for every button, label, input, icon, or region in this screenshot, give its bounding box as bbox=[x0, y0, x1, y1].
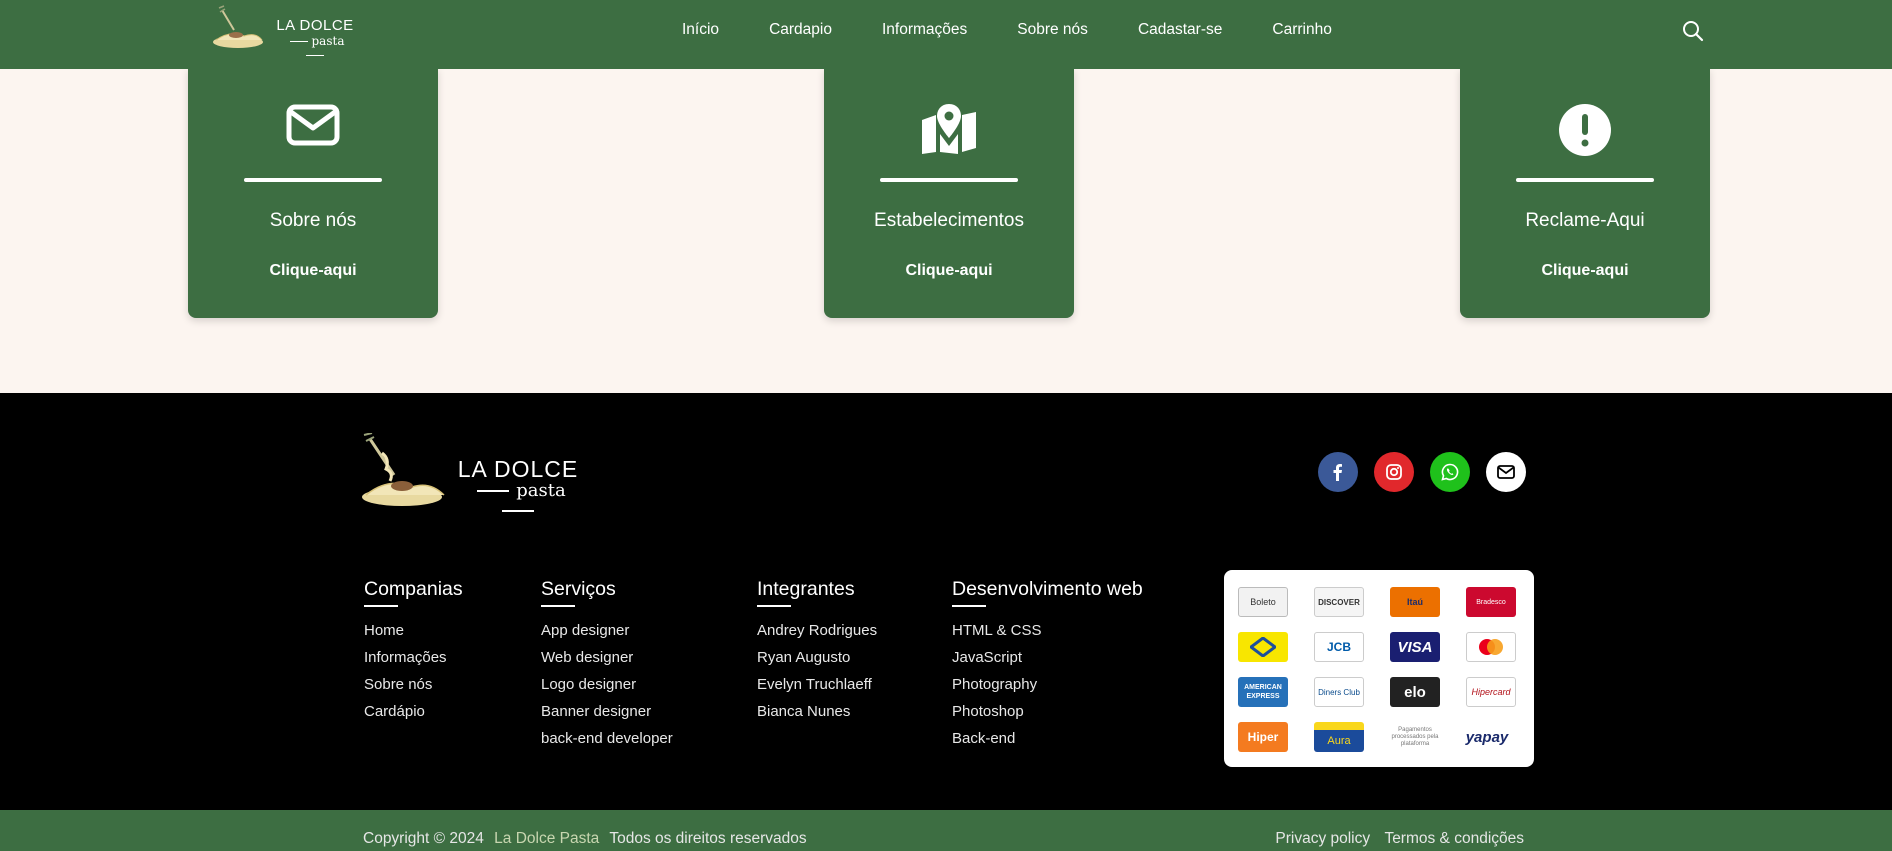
mastercard-logo bbox=[1466, 632, 1516, 662]
envelope-icon bbox=[286, 104, 340, 146]
footer-logo[interactable]: LA DOLCE pasta bbox=[360, 432, 590, 513]
footer-column-desenvolvimento: Desenvolvimento web HTML & CSS JavaScrip… bbox=[952, 578, 1143, 752]
hipercard-logo: Hipercard bbox=[1466, 677, 1516, 707]
pasta-logo-icon bbox=[213, 5, 263, 48]
itau-logo: Itaú bbox=[1390, 587, 1440, 617]
boleto-logo: Boleto bbox=[1238, 587, 1288, 617]
footer-link[interactable]: Web designer bbox=[541, 644, 673, 671]
amex-logo: AMERICAN EXPRESS bbox=[1238, 677, 1288, 707]
card-divider bbox=[880, 178, 1018, 182]
banco-do-brasil-logo bbox=[1238, 632, 1288, 662]
card-divider bbox=[1516, 178, 1654, 182]
copyright-bar: Copyright © 2024 La Dolce Pasta Todos os… bbox=[0, 810, 1892, 851]
envelope-icon bbox=[1497, 465, 1515, 479]
copyright-text: Copyright © 2024 La Dolce Pasta Todos os… bbox=[363, 830, 807, 847]
column-title: Serviços bbox=[541, 578, 673, 607]
footer-link[interactable]: Photoshop bbox=[952, 698, 1143, 725]
diners-club-logo: Diners Club bbox=[1314, 677, 1364, 707]
whatsapp-icon bbox=[1441, 463, 1459, 481]
elo-logo: elo bbox=[1390, 677, 1440, 707]
exclamation-icon bbox=[1559, 104, 1611, 156]
footer-link[interactable]: HTML & CSS bbox=[952, 617, 1143, 644]
footer-logo-subtitle: pasta bbox=[448, 481, 588, 521]
email-button[interactable] bbox=[1486, 452, 1526, 492]
site-header: LA DOLCE pasta Início Cardapio Informaçõ… bbox=[0, 0, 1892, 69]
discover-logo: DISCOVER bbox=[1314, 587, 1364, 617]
nav-carrinho[interactable]: Carrinho bbox=[1272, 21, 1331, 39]
header-logo[interactable]: LA DOLCE pasta bbox=[210, 4, 353, 54]
nav-cardapio[interactable]: Cardapio bbox=[769, 21, 832, 39]
footer-link[interactable]: Bianca Nunes bbox=[757, 698, 877, 725]
pasta-logo-icon bbox=[362, 432, 445, 506]
column-title: Desenvolvimento web bbox=[952, 578, 1143, 607]
mastercard-icon bbox=[1479, 639, 1503, 655]
footer-link[interactable]: Back-end bbox=[952, 725, 1143, 752]
yapay-logo: yapay bbox=[1454, 722, 1520, 752]
card-link[interactable]: Clique-aqui bbox=[824, 262, 1074, 280]
instagram-button[interactable] bbox=[1374, 452, 1414, 492]
hiper-logo: Hiper bbox=[1238, 722, 1288, 752]
aura-logo: Aura bbox=[1314, 722, 1364, 752]
footer-link[interactable]: Sobre nós bbox=[364, 671, 463, 698]
footer-link[interactable]: Banner designer bbox=[541, 698, 673, 725]
card-title: Estabelecimentos bbox=[874, 210, 1024, 231]
brand-link[interactable]: La Dolce Pasta bbox=[494, 830, 599, 847]
footer-link[interactable]: Cardápio bbox=[364, 698, 463, 725]
nav-cadastrar[interactable]: Cadastar-se bbox=[1138, 21, 1222, 39]
footer-link[interactable]: App designer bbox=[541, 617, 673, 644]
facebook-icon bbox=[1333, 464, 1342, 481]
privacy-policy-link[interactable]: Privacy policy bbox=[1275, 830, 1370, 847]
payment-methods: Boleto DISCOVER Itaú Bradesco JCB VISA A… bbox=[1224, 570, 1534, 767]
column-title: Companias bbox=[364, 578, 463, 607]
footer-link[interactable]: Photography bbox=[952, 671, 1143, 698]
footer-link[interactable]: Home bbox=[364, 617, 463, 644]
card-link[interactable]: Clique-aqui bbox=[1460, 262, 1710, 280]
card-divider bbox=[244, 178, 382, 182]
terms-link[interactable]: Termos & condições bbox=[1384, 830, 1524, 847]
main-nav: Início Cardapio Informações Sobre nós Ca… bbox=[682, 0, 1382, 60]
footer-column-companias: Companias Home Informações Sobre nós Car… bbox=[364, 578, 463, 725]
footer-column-servicos: Serviços App designer Web designer Logo … bbox=[541, 578, 673, 752]
card-estabelecimentos: Estabelecimentos Clique-aqui bbox=[824, 68, 1074, 318]
footer-column-integrantes: Integrantes Andrey Rodrigues Ryan August… bbox=[757, 578, 877, 725]
footer-link[interactable]: Logo designer bbox=[541, 671, 673, 698]
logo-title: LA DOLCE bbox=[276, 17, 354, 34]
footer-logo-title: LA DOLCE bbox=[457, 456, 579, 482]
site-footer: LA DOLCE pasta Companias Home Informaçõe bbox=[0, 393, 1892, 810]
footer-link[interactable]: Evelyn Truchlaeff bbox=[757, 671, 877, 698]
legal-links: Privacy policy Termos & condições bbox=[1265, 830, 1524, 848]
card-sobre-nos: Sobre nós Clique-aqui bbox=[188, 68, 438, 318]
footer-link[interactable]: back-end developer bbox=[541, 725, 673, 752]
banco-do-brasil-icon bbox=[1250, 637, 1276, 657]
footer-link[interactable]: JavaScript bbox=[952, 644, 1143, 671]
processed-by-text: Pagamentos processados pela plataforma bbox=[1390, 722, 1440, 752]
instagram-icon bbox=[1386, 464, 1402, 480]
nav-sobre-nos[interactable]: Sobre nós bbox=[1017, 21, 1088, 39]
footer-link[interactable]: Informações bbox=[364, 644, 463, 671]
whatsapp-button[interactable] bbox=[1430, 452, 1470, 492]
card-title: Sobre nós bbox=[269, 210, 357, 231]
nav-inicio[interactable]: Início bbox=[682, 21, 719, 39]
footer-link[interactable]: Ryan Augusto bbox=[757, 644, 877, 671]
nav-informacoes[interactable]: Informações bbox=[882, 21, 967, 39]
map-pin-icon bbox=[922, 104, 976, 154]
facebook-button[interactable] bbox=[1318, 452, 1358, 492]
card-reclame-aqui: Reclame-Aqui Clique-aqui bbox=[1460, 68, 1710, 318]
visa-logo: VISA bbox=[1390, 632, 1440, 662]
logo-subtitle: pasta bbox=[275, 34, 355, 62]
jcb-logo: JCB bbox=[1314, 632, 1364, 662]
footer-link[interactable]: Andrey Rodrigues bbox=[757, 617, 877, 644]
card-link[interactable]: Clique-aqui bbox=[188, 262, 438, 280]
search-icon[interactable] bbox=[1682, 20, 1704, 42]
column-title: Integrantes bbox=[757, 578, 877, 607]
bradesco-logo: Bradesco bbox=[1466, 587, 1516, 617]
card-title: Reclame-Aqui bbox=[1525, 210, 1645, 231]
